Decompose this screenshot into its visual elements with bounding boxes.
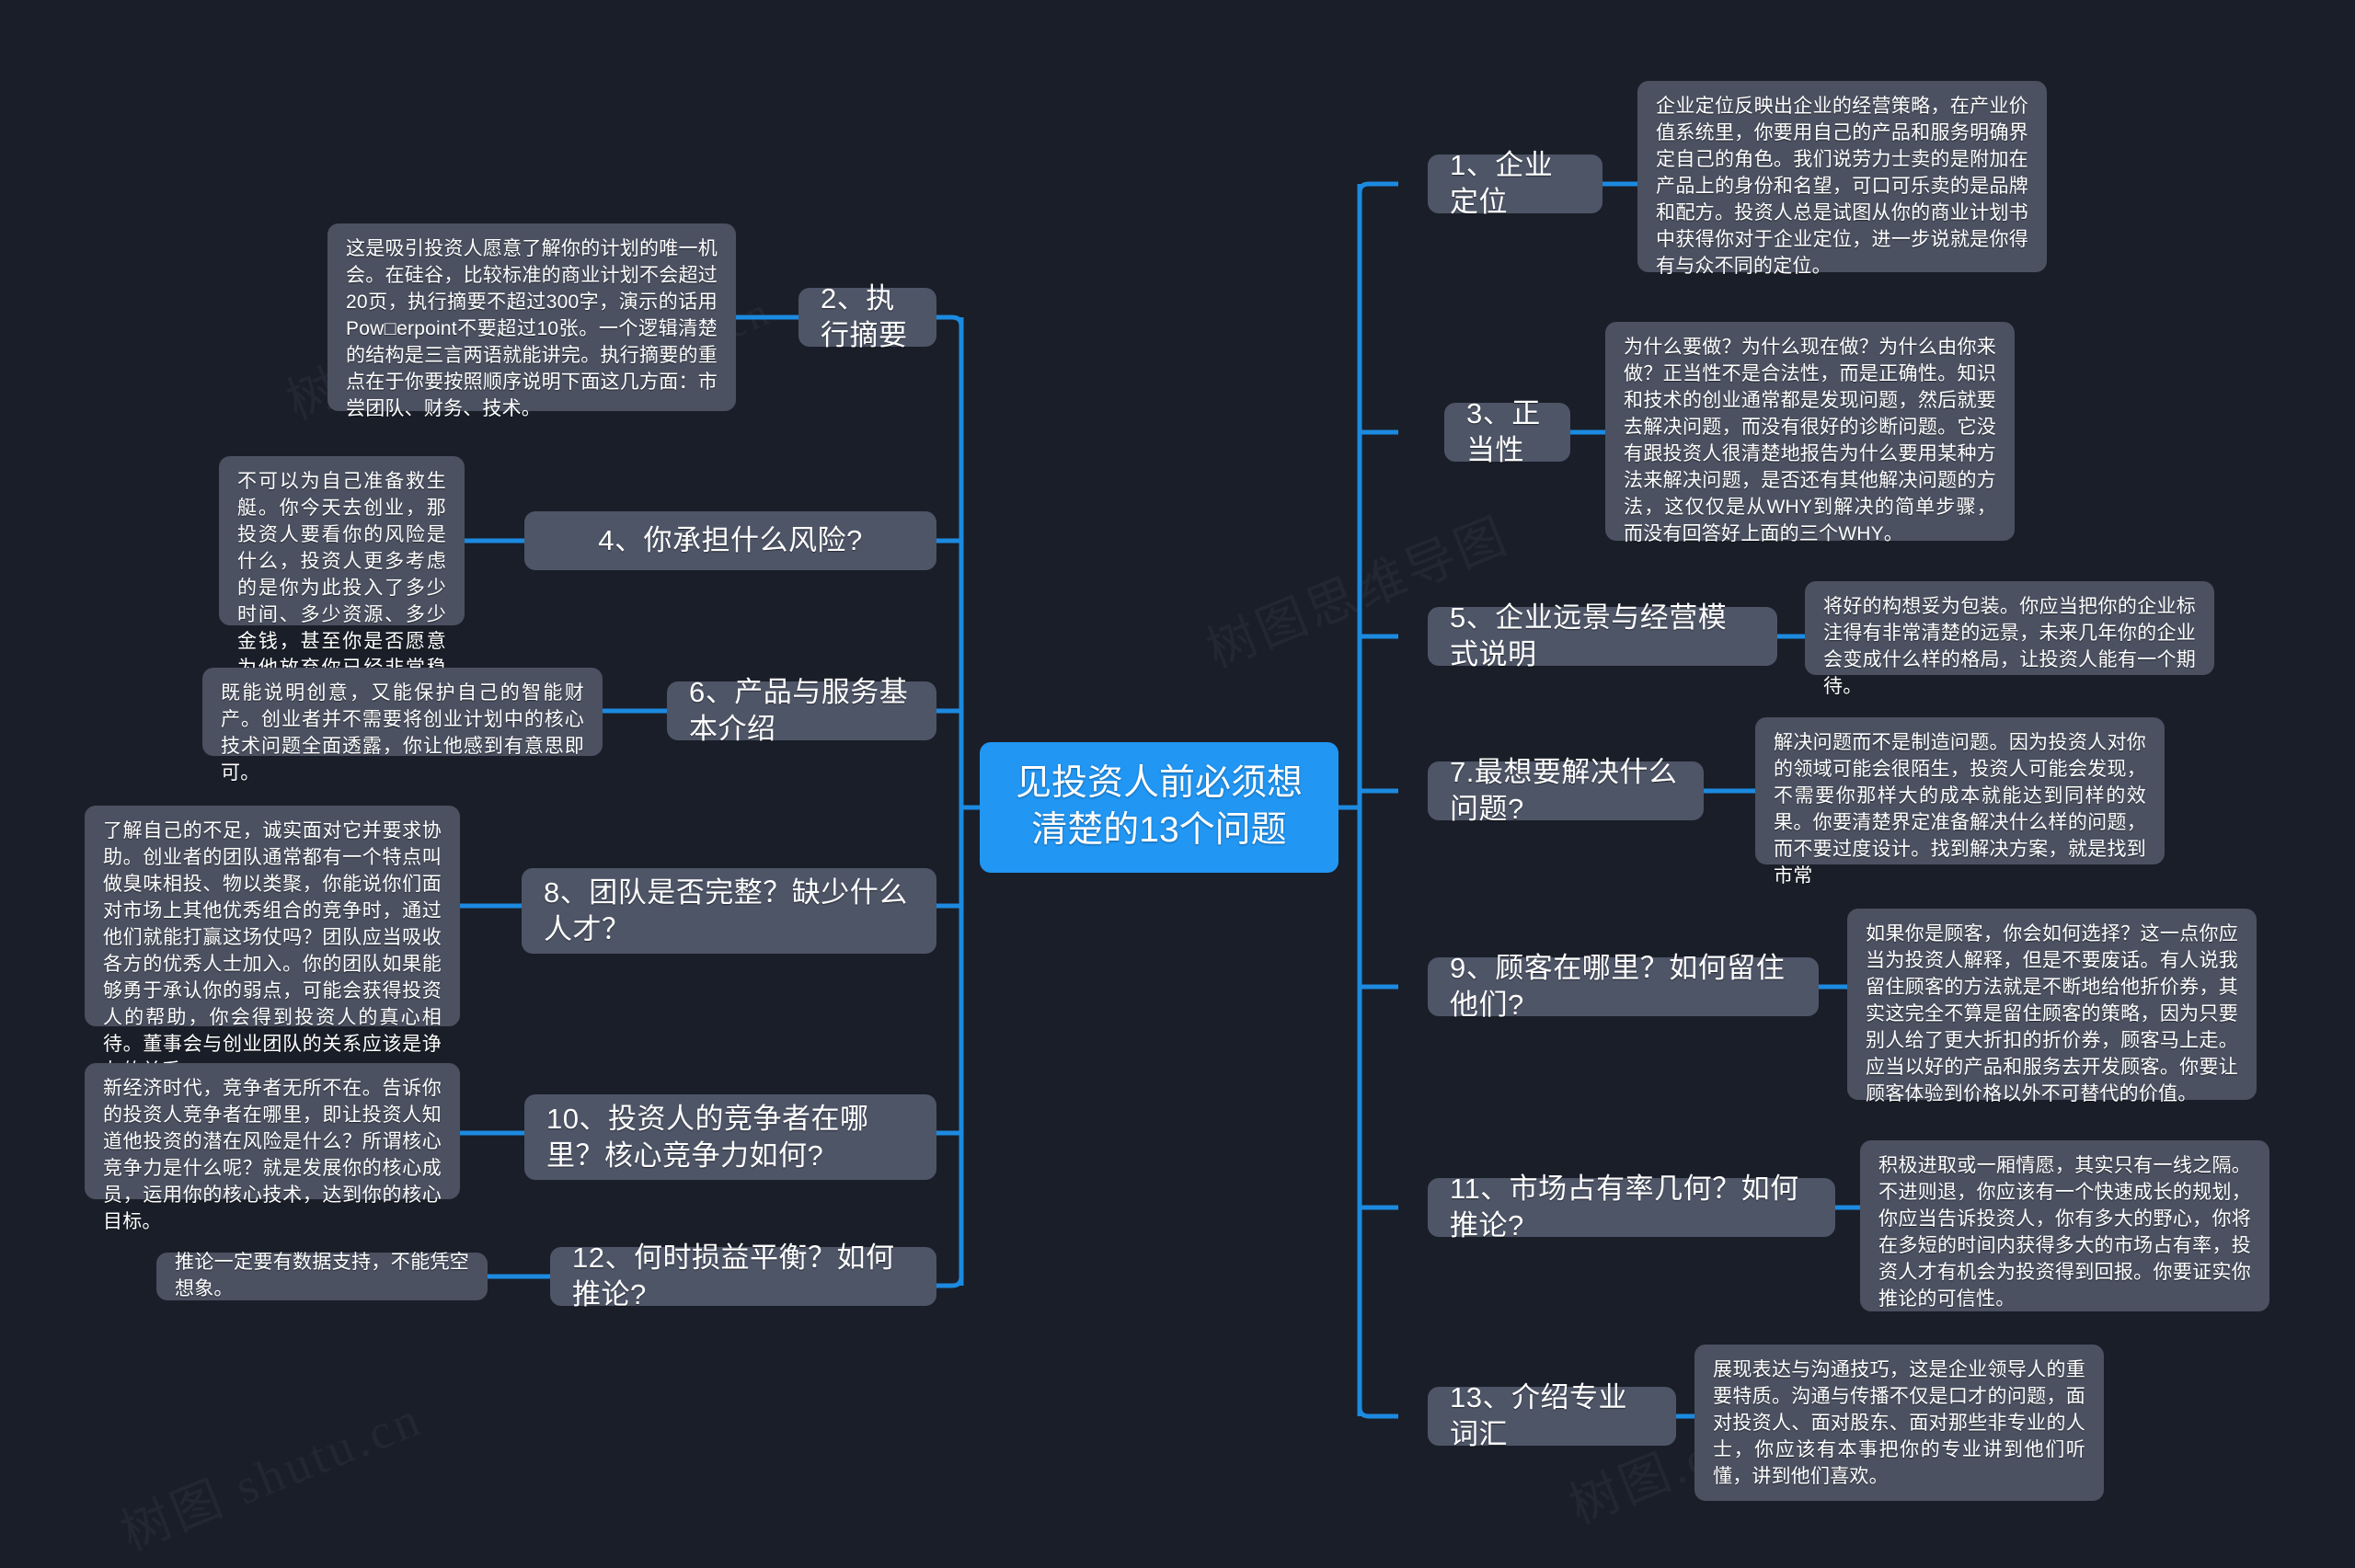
detail-node-q5[interactable]: 将好的构想妥为包装。你应当把你的企业标注得有非常清楚的远景，未来几年你的企业会变… [1805,581,2214,697]
topic-node-q10[interactable]: 10、投资人的竞争者在哪里？核心竞争力如何? [524,1094,936,1180]
topic-node-q4[interactable]: 4、你承担什么风险? [524,511,936,570]
topic-node-q11[interactable]: 11、市场占有率几何？如何推论? [1428,1173,1835,1242]
detail-node-q8[interactable]: 了解自己的不足，诚实面对它并要求协助。创业者的团队通常都有一个特点叫做臭味相投、… [85,806,460,1082]
topic-node-q6[interactable]: 6、产品与服务基本介绍 [667,676,936,745]
topic-node-q2[interactable]: 2、执行摘要 [798,282,936,351]
detail-node-q1[interactable]: 企业定位反映出企业的经营策略，在产业价值系统里，你要用自己的产品和服务明确界定自… [1637,81,2047,277]
mindmap-canvas: 树图 shutu.cn 树图.cn 树图思维导图 树图 shutu.cn 树图.… [0,0,2355,1568]
watermark: 树图 shutu.cn [109,1378,431,1564]
detail-node-q10[interactable]: 新经济时代，竞争者无所不在。告诉你的投资人竞争者在哪里，即让投资人知道他投资的潜… [85,1063,460,1232]
topic-node-q9[interactable]: 9、顾客在哪里？如何留住他们? [1428,952,1819,1021]
detail-node-q2[interactable]: 这是吸引投资人愿意了解你的计划的唯一机会。在硅谷，比较标准的商业计划不会超过20… [327,223,736,419]
topic-node-q8[interactable]: 8、团队是否完整？缺少什么人才？ [522,868,936,954]
detail-node-q12[interactable]: 推论一定要有数据支持，不能凭空想象。 [156,1252,488,1300]
topic-node-q13[interactable]: 13、介绍专业词汇 [1428,1381,1676,1450]
detail-node-q11[interactable]: 积极进取或一厢情愿，其实只有一线之隔。不进则退，你应该有一个快速成长的规划，你应… [1860,1140,2269,1311]
detail-node-q7[interactable]: 解决问题而不是制造问题。因为投资人对你的领域可能会很陌生，投资人可能会发现，不需… [1755,717,2165,887]
detail-node-q4[interactable]: 不可以为自己准备救生艇。你今天去创业，那投资人要看你的风险是什么，投资人更多考虑… [219,456,465,759]
topic-node-q1[interactable]: 1、企业定位 [1428,149,1603,218]
topic-node-q7[interactable]: 7.最想要解决什么问题? [1428,756,1704,825]
topic-node-q5[interactable]: 5、企业远景与经营模式说明 [1428,601,1777,670]
detail-node-q9[interactable]: 如果你是顾客，你会如何选择？这一点你应当为投资人解释，但是不要废话。有人说我留住… [1847,909,2257,1104]
topic-node-q12[interactable]: 12、何时损益平衡？如何推论? [550,1242,936,1310]
root-node[interactable]: 见投资人前必须想清楚的13个问题 [980,742,1338,873]
topic-node-q3[interactable]: 3、正当性 [1444,397,1570,466]
detail-node-q6[interactable]: 既能说明创意，又能保护自己的智能财产。创业者并不需要将创业计划中的核心技术问题全… [202,668,603,784]
detail-node-q13[interactable]: 展现表达与沟通技巧，这是企业领导人的重要特质。沟通与传播不仅是口才的问题，面对投… [1694,1345,2104,1501]
detail-node-q3[interactable]: 为什么要做？为什么现在做？为什么由你来做？正当性不是合法性，而是正确性。知识和技… [1605,322,2015,544]
